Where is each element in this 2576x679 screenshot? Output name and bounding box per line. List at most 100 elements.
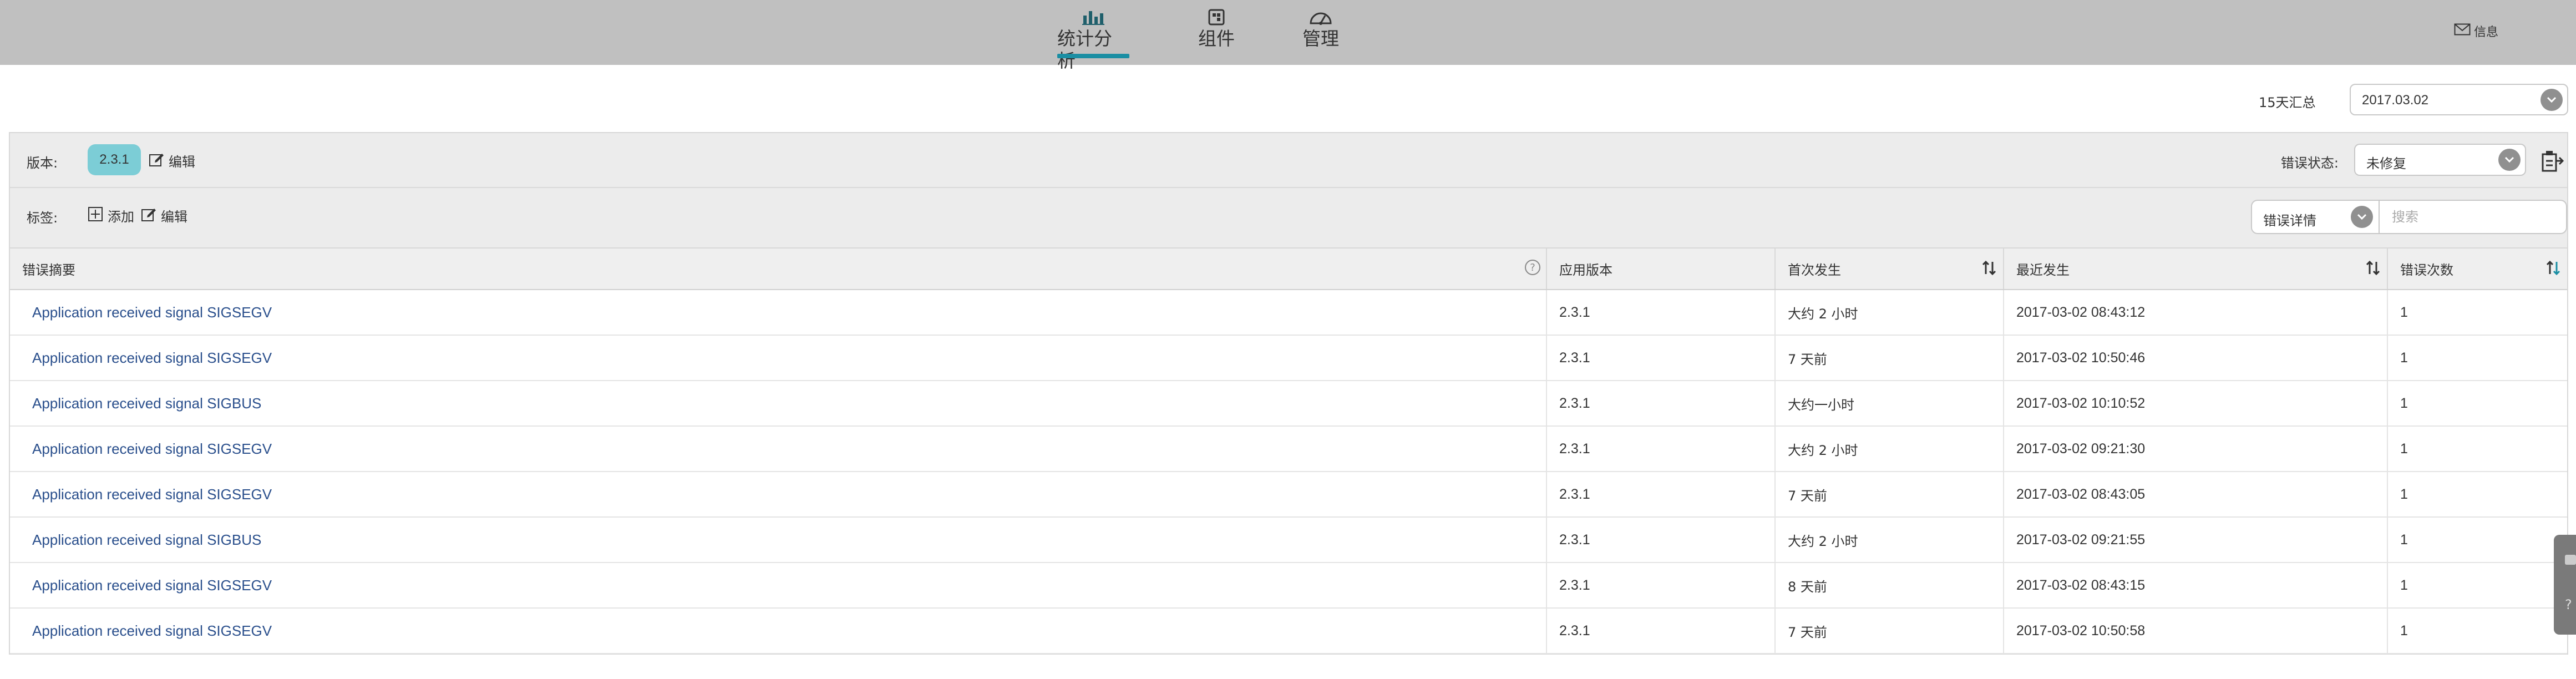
search-input[interactable] xyxy=(2380,200,2567,234)
add-tag-button[interactable]: 添加 xyxy=(88,206,134,225)
add-label: 添加 xyxy=(108,209,134,225)
version-edit-button[interactable]: 编辑 xyxy=(149,151,195,170)
error-summary-cell[interactable]: Application received signal SIGSEGV xyxy=(10,426,1547,472)
bar-chart-icon xyxy=(1081,9,1106,26)
version-cell: 2.3.1 xyxy=(1546,290,1776,336)
row-divider xyxy=(10,187,2567,188)
first-seen-cell: 大约 2 小时 xyxy=(1775,517,2004,563)
column-header-last-seen[interactable]: 最近发生 xyxy=(2004,249,2388,290)
side-feedback-tab[interactable]: ? xyxy=(2554,535,2576,635)
nav-tab-label: 组件 xyxy=(1198,28,1235,49)
column-header-version: 应用版本 xyxy=(1546,249,1776,290)
error-summary-cell[interactable]: Application received signal SIGBUS xyxy=(10,381,1547,427)
first-seen-cell: 大约 2 小时 xyxy=(1775,426,2004,472)
error-summary-cell[interactable]: Application received signal SIGBUS xyxy=(10,517,1547,563)
error-detail-select[interactable]: 错误详情 xyxy=(2251,200,2380,234)
error-summary-link[interactable]: Application received signal SIGBUS xyxy=(32,531,261,548)
first-seen-cell: 7 天前 xyxy=(1775,608,2004,654)
table-row[interactable]: Application received signal SIGSEGV 2.3.… xyxy=(10,563,2567,609)
nav-tab-components[interactable]: 组件 xyxy=(1197,0,1236,65)
last-seen-cell: 2017-03-02 10:50:58 xyxy=(2004,608,2388,654)
version-cell: 2.3.1 xyxy=(1546,608,1776,654)
error-summary-link[interactable]: Application received signal SIGBUS xyxy=(32,395,261,412)
date-select[interactable]: 2017.03.02 xyxy=(2350,84,2568,115)
edit-icon xyxy=(141,206,156,225)
table-row[interactable]: Application received signal SIGSEGV 2.3.… xyxy=(10,290,2567,336)
first-seen-cell: 大约 2 小时 xyxy=(1775,290,2004,336)
help-icon: ? xyxy=(2565,597,2572,612)
messages-button[interactable]: 信息 xyxy=(2454,22,2498,40)
error-summary-cell[interactable]: Application received signal SIGSEGV xyxy=(10,290,1547,336)
sort-icon[interactable] xyxy=(1981,260,1997,280)
nav-tab-label: 管理 xyxy=(1302,28,1339,49)
column-header-first-seen[interactable]: 首次发生 xyxy=(1775,249,2004,290)
edit-label: 编辑 xyxy=(161,209,187,225)
error-summary-link[interactable]: Application received signal SIGSEGV xyxy=(32,486,272,503)
error-summary-cell[interactable]: Application received signal SIGSEGV xyxy=(10,335,1547,381)
last-seen-cell: 2017-03-02 08:43:15 xyxy=(2004,563,2388,609)
export-icon[interactable] xyxy=(2539,148,2565,173)
error-summary-cell[interactable]: Application received signal SIGSEGV xyxy=(10,472,1547,518)
chevron-down-icon xyxy=(2498,149,2521,171)
chat-bubble-icon xyxy=(2565,555,2576,565)
count-cell: 1 xyxy=(2387,426,2567,472)
tags-edit-button[interactable]: 编辑 xyxy=(141,206,187,225)
sort-icon[interactable] xyxy=(2545,260,2562,280)
dashboard-gauge-icon xyxy=(1309,9,1333,26)
error-summary-link[interactable]: Application received signal SIGSEGV xyxy=(32,577,272,594)
status-value: 未修复 xyxy=(2366,156,2406,171)
first-seen-cell: 7 天前 xyxy=(1775,335,2004,381)
first-seen-cell: 7 天前 xyxy=(1775,472,2004,518)
status-select[interactable]: 未修复 xyxy=(2354,144,2526,176)
error-summary-cell[interactable]: Application received signal SIGSEGV xyxy=(10,563,1547,609)
table-row[interactable]: Application received signal SIGSEGV 2.3.… xyxy=(10,608,2567,654)
filter-panel: 版本: 2.3.1 编辑 错误状态: 未修复 标签: 添加 编辑 错误详情 搜索 xyxy=(9,132,2568,249)
count-cell: 1 xyxy=(2387,608,2567,654)
version-cell: 2.3.1 xyxy=(1546,472,1776,518)
last-seen-cell: 2017-03-02 09:21:30 xyxy=(2004,426,2388,472)
error-summary-link[interactable]: Application received signal SIGSEGV xyxy=(32,622,272,639)
count-cell: 1 xyxy=(2387,335,2567,381)
last-seen-cell: 2017-03-02 09:21:55 xyxy=(2004,517,2388,563)
version-label: 版本: xyxy=(27,155,58,171)
first-seen-cell: 8 天前 xyxy=(1775,563,2004,609)
error-table: 错误摘要 ? 应用版本 首次发生 最近发生 错误次数 Application r… xyxy=(9,249,2568,655)
last-seen-cell: 2017-03-02 10:10:52 xyxy=(2004,381,2388,427)
plus-box-icon xyxy=(88,206,103,225)
table-header-row: 错误摘要 ? 应用版本 首次发生 最近发生 错误次数 xyxy=(10,249,2567,290)
column-header-count[interactable]: 错误次数 xyxy=(2387,249,2567,290)
error-summary-cell[interactable]: Application received signal SIGSEGV xyxy=(10,608,1547,654)
count-cell: 1 xyxy=(2387,290,2567,336)
table-row[interactable]: Application received signal SIGBUS 2.3.1… xyxy=(10,517,2567,563)
error-summary-link[interactable]: Application received signal SIGSEGV xyxy=(32,304,272,321)
version-badge[interactable]: 2.3.1 xyxy=(88,144,141,175)
detail-value: 错误详情 xyxy=(2263,213,2316,229)
summary-label: 15天汇总 xyxy=(2259,95,2316,110)
active-tab-indicator xyxy=(1057,54,1129,58)
version-cell: 2.3.1 xyxy=(1546,426,1776,472)
last-seen-cell: 2017-03-02 10:50:46 xyxy=(2004,335,2388,381)
nav-tab-label: 统计分析 xyxy=(1057,28,1112,72)
table-row[interactable]: Application received signal SIGBUS 2.3.1… xyxy=(10,381,2567,427)
edit-label: 编辑 xyxy=(169,154,195,170)
chevron-down-icon xyxy=(2540,89,2563,111)
edit-icon xyxy=(149,151,164,170)
version-cell: 2.3.1 xyxy=(1546,517,1776,563)
table-row[interactable]: Application received signal SIGSEGV 2.3.… xyxy=(10,472,2567,518)
version-cell: 2.3.1 xyxy=(1546,563,1776,609)
error-summary-link[interactable]: Application received signal SIGSEGV xyxy=(32,349,272,366)
help-icon[interactable]: ? xyxy=(1525,260,1540,275)
version-cell: 2.3.1 xyxy=(1546,381,1776,427)
nav-tab-statistics[interactable]: 统计分析 xyxy=(1057,0,1129,72)
sort-icon[interactable] xyxy=(2365,260,2381,280)
top-nav-bar: 统计分析 组件 管理 信息 xyxy=(0,0,2576,72)
count-cell: 1 xyxy=(2387,381,2567,427)
nav-tab-management[interactable]: 管理 xyxy=(1301,0,1340,65)
count-cell: 1 xyxy=(2387,517,2567,563)
component-icon xyxy=(1208,9,1225,26)
status-label: 错误状态: xyxy=(2280,155,2339,171)
table-row[interactable]: Application received signal SIGSEGV 2.3.… xyxy=(10,335,2567,381)
error-summary-link[interactable]: Application received signal SIGSEGV xyxy=(32,440,272,457)
chevron-down-icon xyxy=(2351,206,2373,228)
table-row[interactable]: Application received signal SIGSEGV 2.3.… xyxy=(10,426,2567,472)
